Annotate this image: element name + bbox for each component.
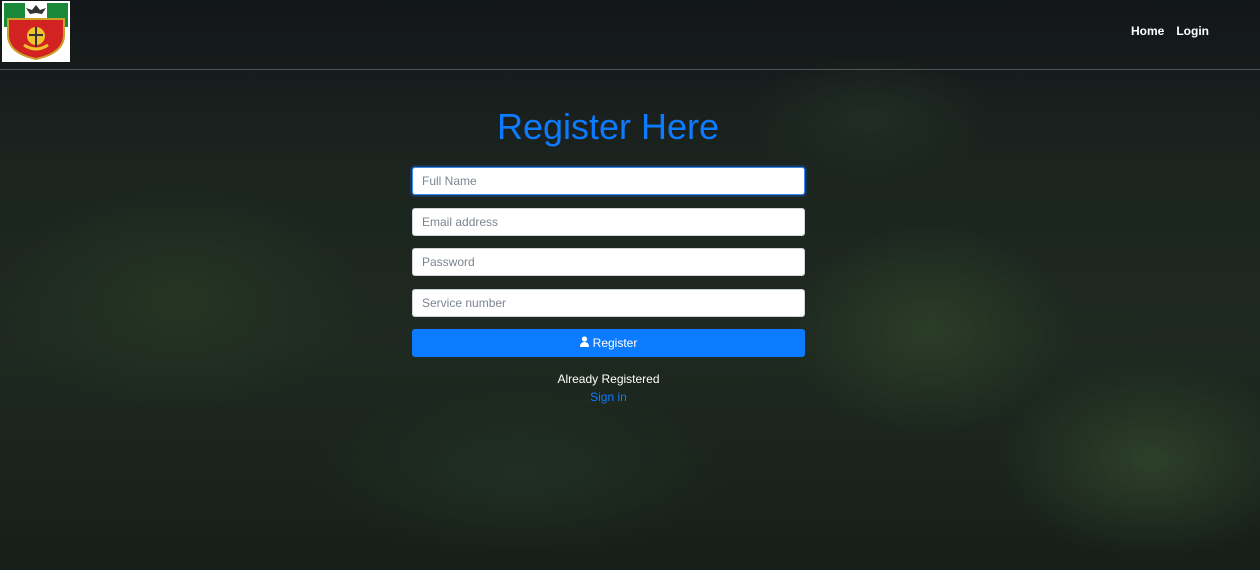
signin-link[interactable]: Sign in bbox=[590, 390, 627, 404]
signin-row: Sign in bbox=[412, 390, 805, 404]
password-input[interactable] bbox=[412, 248, 805, 276]
full-name-input[interactable] bbox=[412, 167, 805, 195]
user-icon bbox=[579, 336, 589, 350]
register-button-label: Register bbox=[592, 336, 638, 350]
nav-login-link[interactable]: Login bbox=[1176, 24, 1209, 38]
service-number-input[interactable] bbox=[412, 288, 805, 317]
already-registered-text: Already Registered bbox=[557, 372, 660, 386]
register-form: Register bbox=[412, 167, 805, 357]
nav-home-link[interactable]: Home bbox=[1131, 24, 1164, 38]
email-input[interactable] bbox=[412, 207, 805, 236]
navbar: Home Login bbox=[0, 0, 1260, 70]
register-button[interactable]: Register bbox=[412, 329, 805, 357]
page-title: Register Here bbox=[496, 106, 720, 147]
nav-links: Home Login bbox=[1131, 24, 1209, 38]
page: Home Login Register Here Register Alread… bbox=[0, 0, 1260, 570]
army-crest-logo[interactable] bbox=[2, 1, 70, 62]
